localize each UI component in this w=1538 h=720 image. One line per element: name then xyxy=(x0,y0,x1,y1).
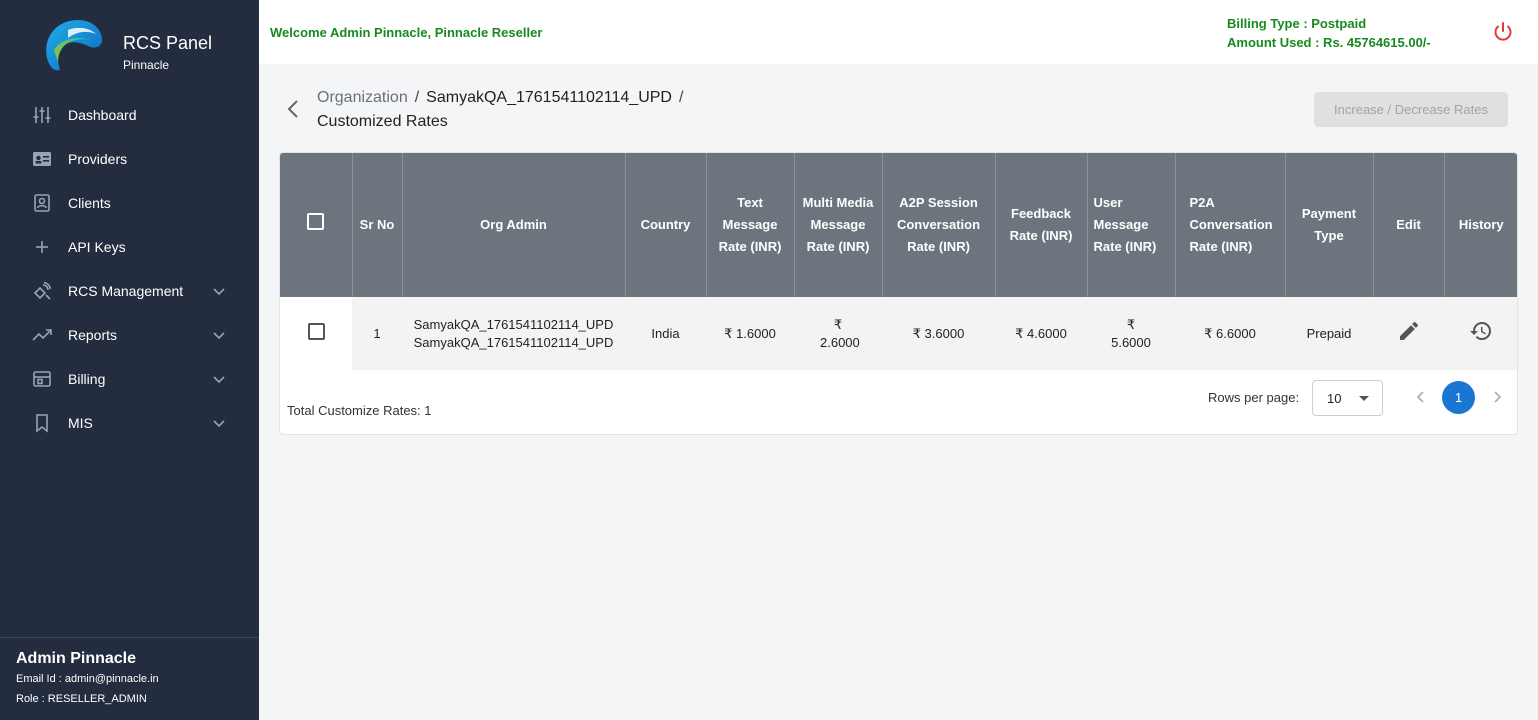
back-arrow-icon[interactable] xyxy=(283,98,303,120)
sidebar-item-api-keys[interactable]: API Keys xyxy=(0,225,259,269)
user-email: Email Id : admin@pinnacle.in xyxy=(16,673,159,685)
header-user-rate: User Message Rate (INR) xyxy=(1087,153,1176,297)
user-name: Admin Pinnacle xyxy=(16,650,137,667)
breadcrumb-separator: / xyxy=(678,89,684,106)
cell-payment-type: Prepaid xyxy=(1306,325,1352,341)
header-feedback-rate: Feedback Rate (INR) xyxy=(995,153,1088,297)
row-checkbox[interactable] xyxy=(307,322,325,340)
sidebar-item-label: API Keys xyxy=(68,239,126,255)
org-admin-line: SamyakQA_1761541102114_UPD xyxy=(413,334,614,350)
billing-type: Billing Type : Postpaid xyxy=(1227,16,1367,31)
sidebar-item-rcs-management[interactable]: RCS Management xyxy=(0,269,259,313)
breadcrumb-organization[interactable]: Organization xyxy=(317,89,408,106)
org-admin-line: SamyakQA_1761541102114_UPD xyxy=(413,316,614,332)
chevron-down-icon[interactable] xyxy=(211,327,227,343)
bookmark-icon xyxy=(32,413,52,433)
brand-title: RCS Panel xyxy=(123,33,213,53)
rows-per-page-value: 10 xyxy=(1327,391,1342,406)
select-all-checkbox[interactable] xyxy=(307,213,325,230)
sidebar-item-dashboard[interactable]: Dashboard xyxy=(0,93,259,137)
cell-user-rate: ₹ 5.6000 xyxy=(1111,316,1151,350)
id-card-icon xyxy=(32,149,52,169)
header-org-admin: Org Admin xyxy=(402,153,626,297)
history-icon[interactable] xyxy=(1469,319,1493,343)
header-mm-rate: Multi Media Message Rate (INR) xyxy=(794,153,883,297)
sidebar: RCS Panel Pinnacle Dashboard Providers C… xyxy=(0,0,259,720)
sidebar-item-mis[interactable]: MIS xyxy=(0,401,259,445)
welcome-message: Welcome Admin Pinnacle, Pinnacle Reselle… xyxy=(270,25,543,40)
chevron-right-icon[interactable] xyxy=(1490,390,1504,404)
sidebar-item-label: Reports xyxy=(68,327,118,343)
chevron-down-icon[interactable] xyxy=(211,415,227,431)
row-select-cell xyxy=(280,297,352,370)
billing-icon xyxy=(32,369,52,389)
sidebar-item-reports[interactable]: Reports xyxy=(0,313,259,357)
sidebar-nav: Dashboard Providers Clients API Keys RCS… xyxy=(0,93,259,445)
cell-history xyxy=(1444,297,1517,370)
sliders-icon xyxy=(32,105,52,125)
total-count: Total Customize Rates: 1 xyxy=(287,403,432,418)
chevron-down-icon[interactable] xyxy=(211,371,227,387)
power-icon[interactable] xyxy=(1492,21,1514,43)
rates-table: Sr No Org Admin Country Text Message Rat… xyxy=(280,153,1517,370)
header-history: History xyxy=(1458,217,1504,232)
sidebar-item-label: Billing xyxy=(68,371,106,387)
trending-icon xyxy=(32,325,52,345)
page-button-current[interactable]: 1 xyxy=(1442,381,1475,414)
cell-edit xyxy=(1373,297,1444,370)
breadcrumb-org-name[interactable]: SamyakQA_1761541102114_UPD xyxy=(426,89,672,106)
rates-table-card: Sr No Org Admin Country Text Message Rat… xyxy=(279,152,1518,435)
header-edit: Edit xyxy=(1373,153,1445,297)
edit-pencil-icon[interactable] xyxy=(1397,319,1421,343)
table-header-row: Sr No Org Admin Country Text Message Rat… xyxy=(280,153,1517,297)
breadcrumb-separator: / xyxy=(414,89,420,106)
sidebar-item-label: Providers xyxy=(68,151,128,167)
sidebar-item-label: Clients xyxy=(68,195,111,211)
chevron-down-icon[interactable] xyxy=(211,283,227,299)
page-title: Customized Rates xyxy=(317,113,448,130)
header-p2a-rate: P2A Conversation Rate (INR) xyxy=(1175,153,1286,297)
brand-subtitle: Pinnacle xyxy=(123,58,170,72)
rows-per-page-select[interactable]: 10 xyxy=(1312,380,1383,416)
header-sr-no: Sr No xyxy=(352,153,403,297)
header-text-rate: Text Message Rate (INR) xyxy=(706,153,795,297)
sidebar-item-label: Dashboard xyxy=(68,107,137,123)
cell-text-rate: ₹ 1.6000 xyxy=(724,325,776,341)
plus-icon xyxy=(32,237,52,257)
top-header: Welcome Admin Pinnacle, Pinnacle Reselle… xyxy=(259,0,1538,64)
sidebar-item-clients[interactable]: Clients xyxy=(0,181,259,225)
rcs-logo-icon xyxy=(46,19,103,71)
amount-used: Amount Used : Rs. 45764615.00/- xyxy=(1227,35,1431,50)
table-row: 1 SamyakQA_1761541102114_UPD SamyakQA_17… xyxy=(280,297,1517,370)
sidebar-item-billing[interactable]: Billing xyxy=(0,357,259,401)
user-profile: Admin Pinnacle Email Id : admin@pinnacle… xyxy=(0,637,259,720)
cell-sr-no: 1 xyxy=(373,325,381,341)
billing-info: Billing Type : Postpaid Amount Used : Rs… xyxy=(1227,14,1431,52)
select-all-cell xyxy=(280,153,353,297)
cell-feedback-rate: ₹ 4.6000 xyxy=(1015,325,1067,341)
dropdown-arrow-icon xyxy=(1359,396,1369,401)
header-a2p-rate: A2P Session Conversation Rate (INR) xyxy=(882,153,996,297)
sidebar-item-label: MIS xyxy=(68,415,93,431)
brand[interactable]: RCS Panel Pinnacle xyxy=(40,16,240,76)
chevron-left-icon[interactable] xyxy=(1414,390,1428,404)
sidebar-item-providers[interactable]: Providers xyxy=(0,137,259,181)
header-country: Country xyxy=(625,153,707,297)
user-role: Role : RESELLER_ADMIN xyxy=(16,693,147,705)
cell-p2a-rate: ₹ 6.6000 xyxy=(1204,325,1256,341)
contact-icon xyxy=(32,193,52,213)
header-payment-type: Payment Type xyxy=(1285,153,1374,297)
cell-a2p-rate: ₹ 3.6000 xyxy=(912,325,965,341)
cell-mm-rate: ₹ 2.6000 xyxy=(820,316,860,350)
rows-per-page-label: Rows per page: xyxy=(1208,390,1300,405)
breadcrumb: Organization / SamyakQA_1761541102114_UPD / xyxy=(317,87,690,109)
sidebar-item-label: RCS Management xyxy=(68,283,184,299)
increase-decrease-rates-button[interactable]: Increase / Decrease Rates xyxy=(1314,92,1508,127)
cell-org-admin: SamyakQA_1761541102114_UPD SamyakQA_1761… xyxy=(402,297,625,370)
cell-country: India xyxy=(651,325,680,341)
satellite-icon xyxy=(32,281,52,301)
